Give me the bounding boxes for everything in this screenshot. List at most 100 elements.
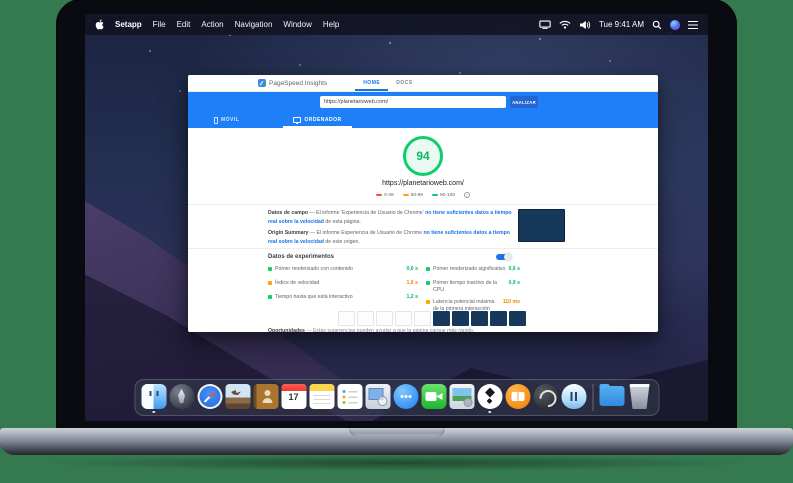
average-dot-icon <box>268 281 272 285</box>
macbook-base <box>0 428 793 455</box>
filmstrip-frame <box>471 311 488 326</box>
legend-average: 50-89 <box>403 193 423 198</box>
dock-item-gemini[interactable] <box>561 384 586 413</box>
good-dot-icon <box>268 267 272 271</box>
menu-item-help[interactable]: Help <box>323 20 339 29</box>
tab-home[interactable]: HOME <box>355 75 388 91</box>
dock-item-books[interactable] <box>505 384 530 413</box>
dock-item-reminders[interactable] <box>337 384 362 413</box>
running-indicator <box>488 411 491 414</box>
dock-separator <box>592 384 593 411</box>
metric-fmp: Primer renderizado significativo 0,6 s <box>426 266 520 275</box>
dock-item-calendar[interactable]: 17 <box>281 384 306 413</box>
divider <box>188 204 658 205</box>
filmstrip-frame <box>414 311 431 326</box>
safari-icon <box>197 384 222 409</box>
metric-cpu-idle: Primer tiempo inactivo de la CPU 0,9 s <box>426 280 520 294</box>
divider <box>188 248 658 249</box>
menu-app-name[interactable]: Setapp <box>115 20 142 29</box>
good-dot-icon <box>426 267 430 271</box>
facetime-icon <box>421 384 446 409</box>
filmstrip-frame <box>376 311 393 326</box>
filmstrip-frame <box>490 311 507 326</box>
dock-item-photos[interactable] <box>225 384 250 413</box>
dock-item-contacts[interactable] <box>253 384 278 413</box>
dock-item-finder[interactable] <box>141 384 166 413</box>
url-input[interactable] <box>320 96 506 108</box>
photo-editor-icon <box>449 384 474 409</box>
calendar-icon: 17 <box>281 384 306 409</box>
score-value: 94 <box>416 149 429 163</box>
siri-icon[interactable] <box>670 20 680 30</box>
system-info-icon <box>365 384 390 409</box>
books-icon <box>505 384 530 409</box>
laptop-shadow <box>36 455 757 471</box>
menu-item-navigation[interactable]: Navigation <box>235 20 273 29</box>
page-title: PageSpeed Insights <box>269 80 327 87</box>
dock-item-setapp[interactable] <box>477 384 502 413</box>
downloads-folder-icon <box>599 386 624 406</box>
metric-tti: Tiempo hasta que está interactivo 1,2 s <box>268 294 418 303</box>
reminders-icon <box>337 384 362 409</box>
setapp-icon <box>477 384 502 409</box>
red-dash-icon <box>376 194 382 196</box>
filmstrip-frame <box>395 311 412 326</box>
lab-data-title: Datos de experimentos <box>268 254 334 260</box>
pagespeed-brand: PageSpeed Insights <box>188 75 327 91</box>
dock-item-system-info[interactable] <box>365 384 390 413</box>
spotlight-search-icon[interactable] <box>652 20 662 30</box>
dock-item-photo-editor[interactable] <box>449 384 474 413</box>
tab-ordenador-label: ORDENADOR <box>304 117 341 123</box>
average-dot-icon <box>426 300 430 304</box>
page-screenshot-thumbnail <box>518 209 565 242</box>
finder-icon <box>141 384 166 409</box>
good-dot-icon <box>426 281 430 285</box>
filmstrip-frame <box>509 311 526 326</box>
legend-fail: 0-49 <box>376 193 394 198</box>
tab-ordenador[interactable]: ORDENADOR <box>283 112 351 128</box>
menu-item-edit[interactable]: Edit <box>177 20 191 29</box>
dock-item-trash[interactable] <box>627 384 652 413</box>
analyzed-url: https://planetarioweb.com/ <box>188 180 658 187</box>
metric-speed-index: Índice de velocidad 1,6 s <box>268 280 418 289</box>
dock-item-launchpad[interactable] <box>169 384 194 413</box>
search-bar: ANALIZAR <box>188 92 658 112</box>
chat-bubble-icon <box>393 384 418 409</box>
page-background: Setapp File Edit Action Navigation Windo… <box>0 0 793 483</box>
menu-item-action[interactable]: Action <box>201 20 223 29</box>
analyze-button[interactable]: ANALIZAR <box>510 96 538 108</box>
device-tabs: MÓVIL ORDENADOR <box>188 112 658 128</box>
macbook-lid-notch <box>349 428 445 437</box>
dock-item-downloads[interactable] <box>599 384 624 413</box>
field-data-paragraph: Datos de campo — El informe 'Experiencia… <box>268 209 520 227</box>
menu-clock[interactable]: Tue 9:41 AM <box>599 20 644 29</box>
macbook-screen-bezel: Setapp File Edit Action Navigation Windo… <box>57 0 736 429</box>
score-gauge: 94 <box>403 136 443 176</box>
legend-help-icon[interactable]: ? <box>464 192 470 198</box>
orange-dash-icon <box>403 194 409 196</box>
volume-icon[interactable] <box>579 20 591 30</box>
wifi-icon[interactable] <box>559 20 571 29</box>
photos-icon <box>225 384 250 409</box>
metrics-toggle[interactable] <box>496 253 518 261</box>
metric-fcp: Primer renderizado con contenido 0,6 s <box>268 266 418 275</box>
menu-bar: Setapp File Edit Action Navigation Windo… <box>85 14 708 35</box>
apple-menu-icon[interactable] <box>95 19 104 30</box>
metrics-column-left: Primer renderizado con contenido 0,6 s Í… <box>268 266 418 303</box>
tab-docs[interactable]: DOCS <box>388 75 420 91</box>
dock-item-cleanmymac[interactable] <box>533 384 558 413</box>
menu-item-window[interactable]: Window <box>283 20 311 29</box>
notes-icon <box>309 384 334 409</box>
tab-movil[interactable]: MÓVIL <box>204 112 249 128</box>
toggle-knob <box>504 253 512 261</box>
dock-item-chat[interactable] <box>393 384 418 413</box>
notification-list-icon[interactable] <box>688 21 698 29</box>
green-dash-icon <box>432 194 438 196</box>
contacts-icon <box>253 384 278 409</box>
display-mirroring-icon[interactable] <box>539 20 551 29</box>
menu-item-file[interactable]: File <box>153 20 166 29</box>
opportunities-row-clipped: Oportunidades — Estas sugerencias pueden… <box>268 328 598 332</box>
dock-item-safari[interactable] <box>197 384 222 413</box>
dock-item-facetime[interactable] <box>421 384 446 413</box>
dock-item-notes[interactable] <box>309 384 334 413</box>
